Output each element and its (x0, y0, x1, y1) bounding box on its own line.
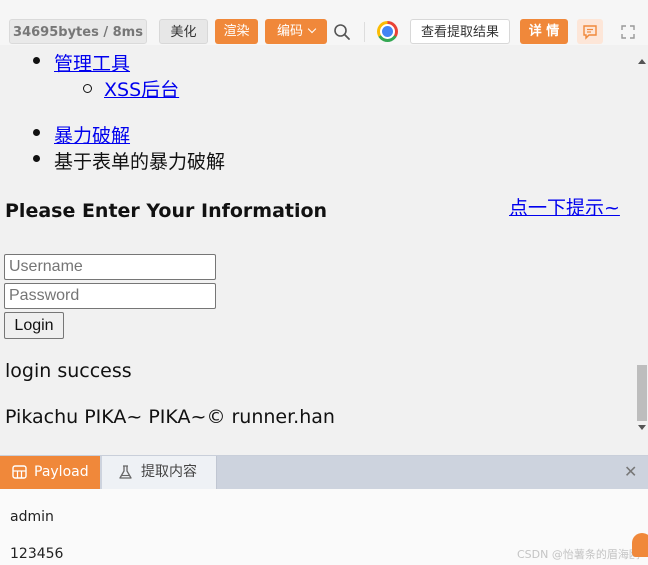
tab-payload[interactable]: Payload (0, 456, 100, 489)
list-bullet (33, 155, 40, 162)
nav-item-form-brute-force: 基于表单的暴力破解 (54, 151, 226, 173)
tab-extract-label: 提取内容 (141, 464, 197, 480)
chat-icon (583, 25, 597, 40)
keyboard-icon (12, 465, 27, 479)
flask-icon (119, 465, 132, 479)
details-button[interactable]: 详 情 (520, 19, 568, 44)
list-bullet (33, 57, 40, 64)
list-bullet (33, 129, 40, 136)
login-button[interactable]: Login (4, 312, 64, 339)
csdn-watermark: CSDN @怡薯条的眉海鸥 (517, 548, 640, 561)
scroll-down-arrow-icon[interactable] (638, 425, 646, 430)
tab-payload-label: Payload (34, 464, 89, 480)
list-bullet (83, 84, 92, 93)
expand-icon (621, 25, 635, 39)
form-heading: Please Enter Your Information (5, 200, 328, 222)
chat-button[interactable] (577, 19, 603, 44)
chevron-down-icon (307, 24, 317, 34)
search-icon (334, 24, 350, 40)
beautify-button[interactable]: 美化 (159, 19, 208, 44)
search-button[interactable] (330, 19, 354, 44)
rendered-page: 管理工具 XSS后台 暴力破解 基于表单的暴力破解 Please Enter Y… (0, 45, 636, 455)
hint-link[interactable]: 点一下提示~ (509, 193, 620, 220)
expand-button[interactable] (616, 19, 640, 44)
encode-label: 编码 (276, 24, 303, 39)
tab-extract-content[interactable]: 提取内容 (102, 456, 217, 489)
response-stats: 34695bytes / 8ms (9, 19, 147, 44)
panel-tabbar: Payload 提取内容 ✕ (0, 456, 648, 489)
password-input[interactable] (4, 283, 216, 309)
toolbar-divider (364, 22, 365, 42)
scrollbar-thumb[interactable] (637, 365, 647, 421)
close-panel-icon[interactable]: ✕ (624, 464, 637, 480)
bottom-panel: Payload 提取内容 ✕ admin 123456 CSDN @怡薯条的眉海… (0, 455, 648, 565)
payload-line-username: admin (10, 509, 54, 525)
mascot-icon (632, 533, 648, 557)
nav-link-brute-force[interactable]: 暴力破解 (54, 121, 130, 148)
nav-link-xss-backend[interactable]: XSS后台 (104, 75, 179, 102)
login-result-message: login success (5, 360, 132, 382)
view-extract-results-button[interactable]: 查看提取结果 (410, 19, 510, 44)
payload-line-password: 123456 (10, 546, 64, 562)
content-scrollbar[interactable] (636, 45, 648, 455)
render-button[interactable]: 渲染 (215, 19, 258, 44)
username-input[interactable] (4, 254, 216, 280)
scroll-up-arrow-icon[interactable] (638, 59, 646, 64)
chrome-icon[interactable] (377, 21, 398, 42)
nav-link-manage-tools[interactable]: 管理工具 (54, 49, 130, 76)
page-footer: Pikachu PIKA~ PIKA~© runner.han (5, 406, 335, 428)
encode-dropdown[interactable]: 编码 (265, 19, 327, 44)
